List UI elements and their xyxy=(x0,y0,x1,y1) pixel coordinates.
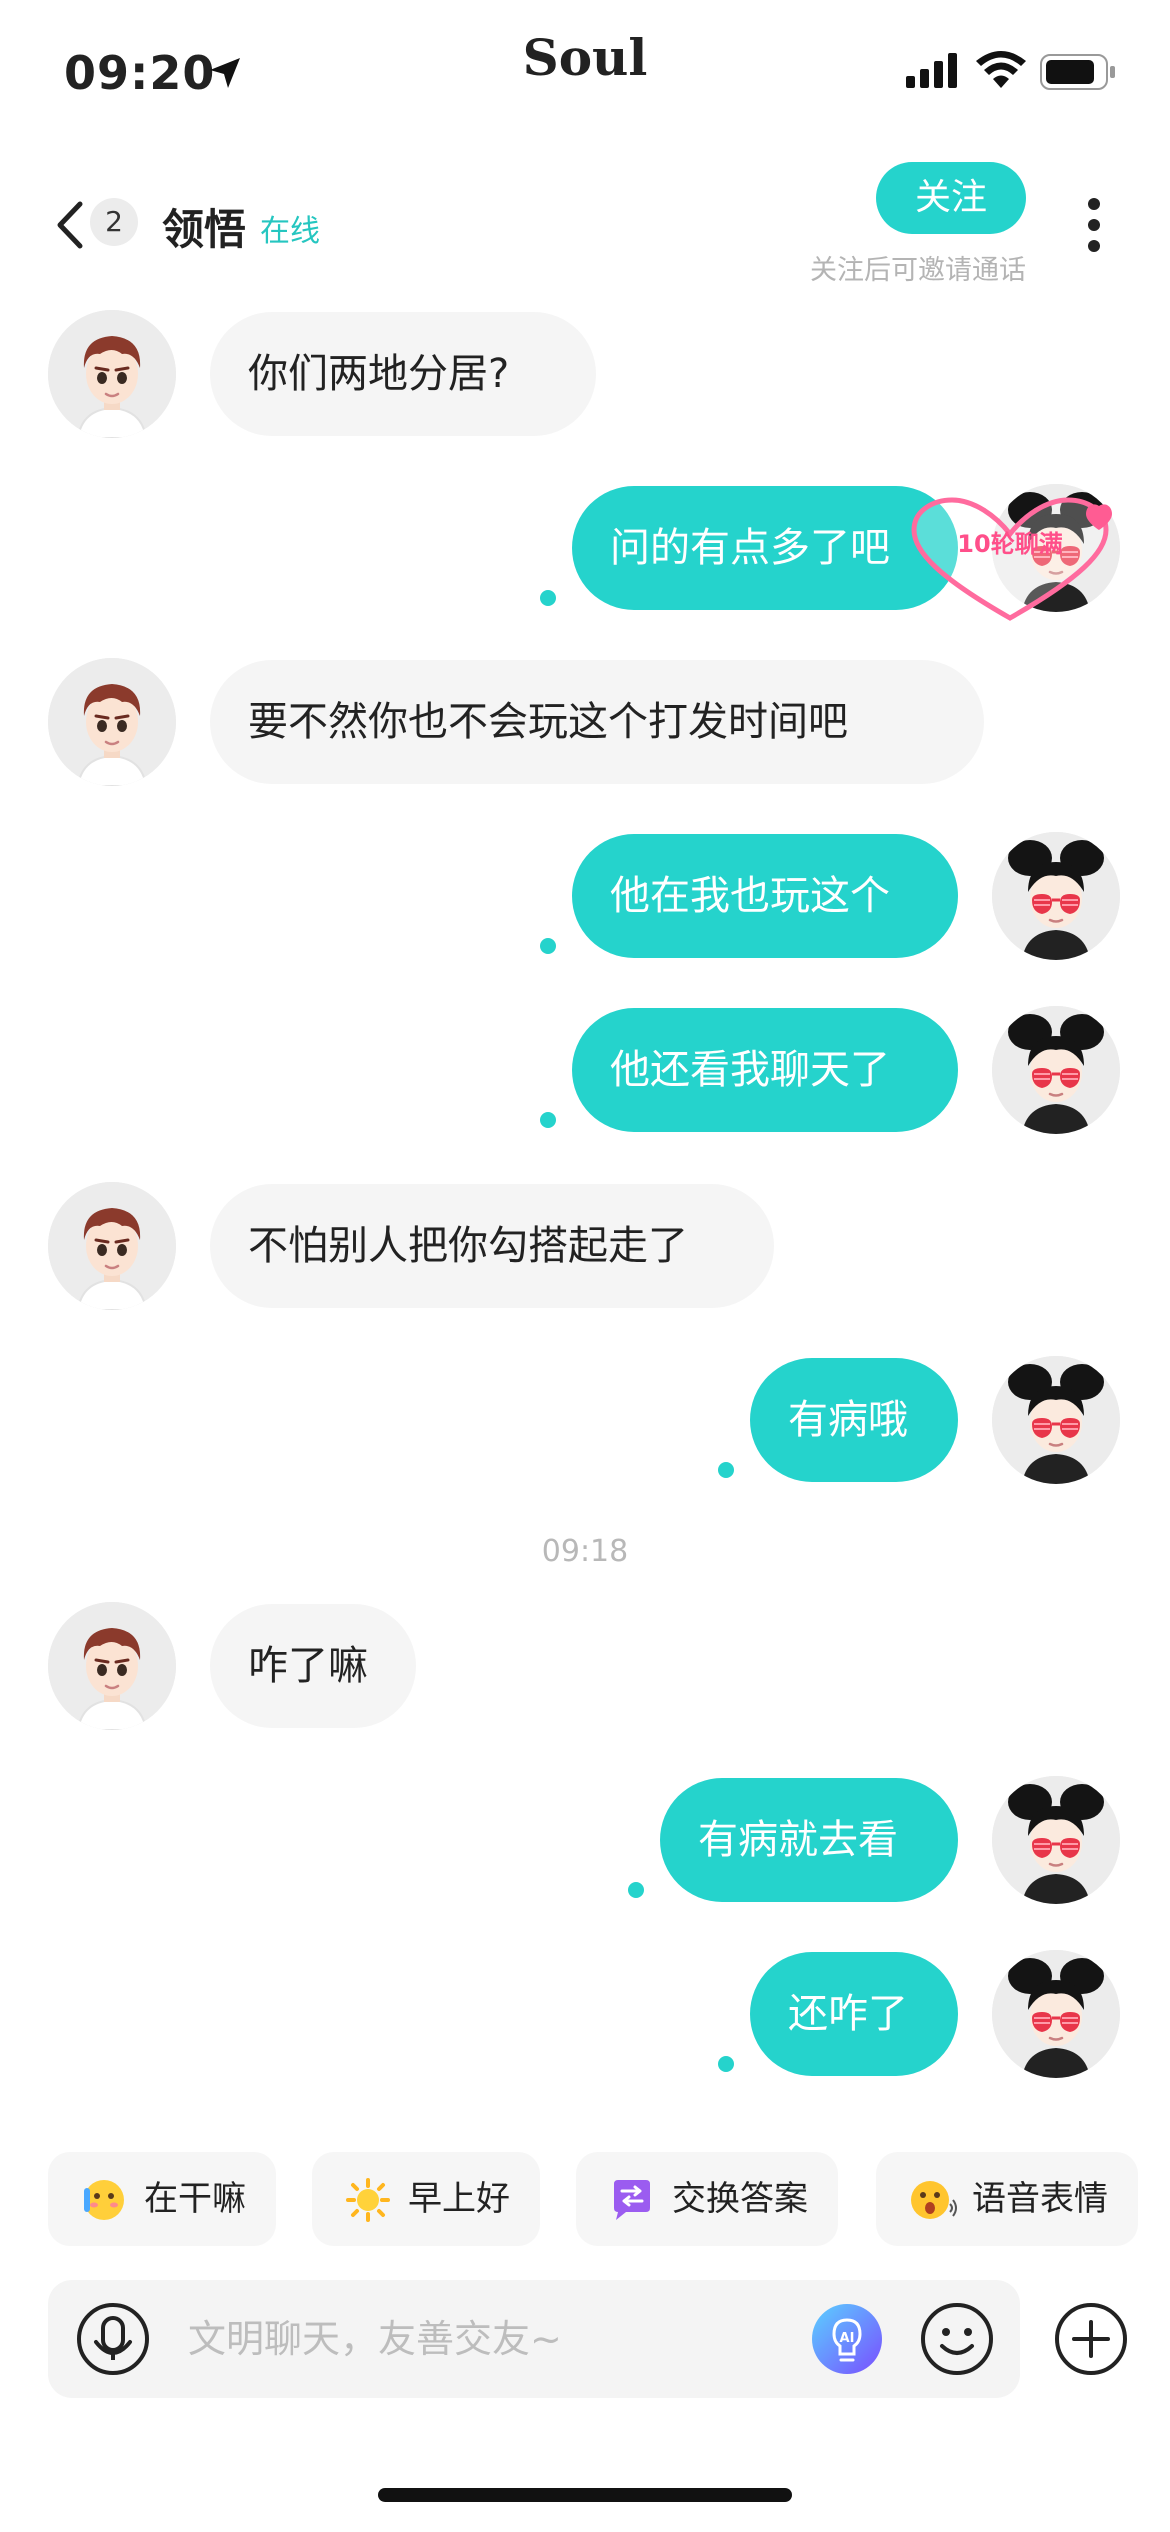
outgoing-message-bubble[interactable]: 有病就去看 xyxy=(660,1778,958,1902)
plus-icon[interactable] xyxy=(1054,2302,1128,2376)
read-receipt-dot xyxy=(540,938,556,954)
incoming-message-bubble[interactable]: 你们两地分居? xyxy=(210,312,596,436)
status-bar: 09:20 Soul xyxy=(0,0,1170,150)
contact-avatar[interactable] xyxy=(48,1182,176,1310)
contact-name[interactable]: 领悟 xyxy=(162,196,246,257)
my-avatar[interactable] xyxy=(992,1006,1120,1134)
outgoing-message-bubble[interactable]: 他在我也玩这个 xyxy=(572,834,958,958)
quick-reply-label: 语音表情 xyxy=(972,2179,1108,2219)
quick-reply-3[interactable]: 交换答案 xyxy=(576,2152,838,2246)
contact-avatar[interactable] xyxy=(48,310,176,438)
message-input[interactable] xyxy=(186,2308,790,2370)
intimacy-badge-text: 10轮聊满 xyxy=(957,530,1062,558)
my-avatar[interactable] xyxy=(992,1950,1120,2078)
incoming-message-bubble[interactable]: 不怕别人把你勾搭起走了 xyxy=(210,1184,774,1308)
quick-reply-2[interactable]: 早上好 xyxy=(312,2152,540,2246)
outgoing-message-bubble[interactable]: 有病哦 xyxy=(750,1358,958,1482)
wifi-icon xyxy=(976,51,1026,88)
incoming-message-bubble[interactable]: 咋了嘛 xyxy=(210,1604,416,1728)
my-avatar[interactable] xyxy=(992,832,1120,960)
follow-button[interactable]: 关注 xyxy=(876,162,1026,234)
my-avatar[interactable] xyxy=(992,1356,1120,1484)
intimacy-heart-badge[interactable]: 10轮聊满 xyxy=(900,494,1120,624)
blushing-face-icon xyxy=(84,2180,124,2220)
ai-assistant-icon[interactable]: AI xyxy=(810,2302,884,2376)
more-options-icon[interactable] xyxy=(1086,196,1102,254)
home-indicator[interactable] xyxy=(378,2488,792,2502)
emoji-icon[interactable] xyxy=(920,2302,994,2376)
quick-reply-label: 交换答案 xyxy=(672,2179,808,2219)
read-receipt-dot xyxy=(540,1112,556,1128)
online-status: 在线 xyxy=(260,214,320,249)
read-receipt-dot xyxy=(540,590,556,606)
voice-emoji-icon xyxy=(911,2181,957,2219)
my-avatar[interactable] xyxy=(992,1776,1120,1904)
quick-reply-1[interactable]: 在干嘛 xyxy=(48,2152,276,2246)
exchange-icon xyxy=(614,2180,650,2220)
read-receipt-dot xyxy=(718,2056,734,2072)
battery-icon xyxy=(1040,54,1115,90)
follow-hint: 关注后可邀请通话 xyxy=(810,255,1026,286)
unread-count-badge[interactable]: 2 xyxy=(90,198,138,246)
read-receipt-dot xyxy=(628,1882,644,1898)
outgoing-message-bubble[interactable]: 还咋了 xyxy=(750,1952,958,2076)
contact-avatar[interactable] xyxy=(48,1602,176,1730)
outgoing-message-bubble[interactable]: 他还看我聊天了 xyxy=(572,1008,958,1132)
sun-icon xyxy=(346,2178,390,2222)
message-timestamp: 09:18 xyxy=(541,1534,629,1569)
svg-text:AI: AI xyxy=(840,2331,855,2346)
read-receipt-dot xyxy=(718,1462,734,1478)
quick-reply-label: 在干嘛 xyxy=(144,2179,246,2219)
voice-input-icon[interactable] xyxy=(76,2302,150,2376)
cellular-signal-icon xyxy=(906,53,957,88)
quick-reply-label: 早上好 xyxy=(408,2179,510,2219)
contact-avatar[interactable] xyxy=(48,658,176,786)
back-chevron-icon[interactable] xyxy=(52,200,86,250)
quick-reply-4[interactable]: 语音表情 xyxy=(876,2152,1138,2246)
incoming-message-bubble[interactable]: 要不然你也不会玩这个打发时间吧 xyxy=(210,660,984,784)
